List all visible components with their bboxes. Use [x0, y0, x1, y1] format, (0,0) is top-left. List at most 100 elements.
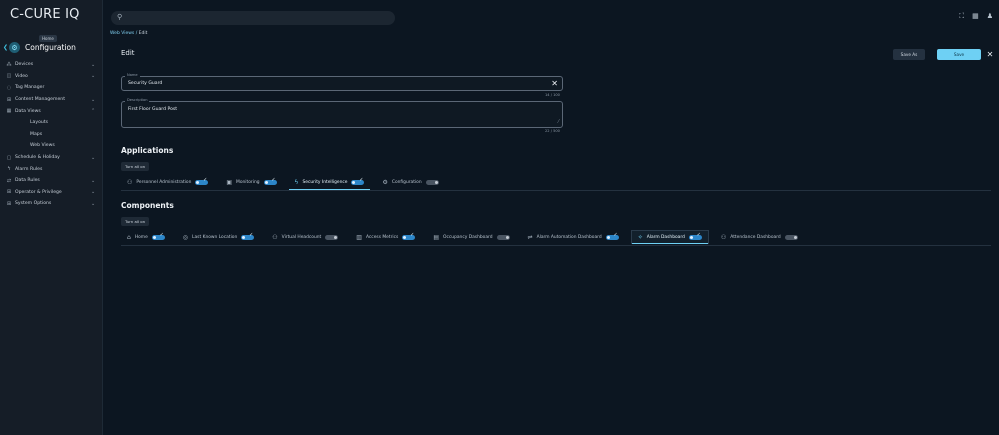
component-tab-home[interactable]: ⌂ Home	[121, 230, 171, 244]
toggle-switch[interactable]	[496, 234, 510, 240]
sidebar-item-system-options[interactable]: ⊞ System Options ⌄	[0, 198, 103, 210]
chevron-up-icon[interactable]: ⌃	[91, 108, 103, 114]
sidebar-item-data-views[interactable]: ▦ Data Views ⌃	[0, 105, 103, 117]
description-field-label: Description	[125, 98, 150, 102]
toggle-switch[interactable]	[688, 232, 702, 240]
component-tab-alarm-dashboard[interactable]: ✧ Alarm Dashboard	[630, 230, 709, 244]
chevron-down-icon[interactable]: ⌄	[91, 201, 103, 207]
chevron-down-icon[interactable]: ⌄	[91, 189, 103, 195]
toggle-switch[interactable]	[195, 177, 209, 185]
automation-icon: ⇌	[527, 233, 533, 241]
location-icon: ◎	[182, 233, 189, 241]
user-icon[interactable]: ♟	[987, 12, 993, 21]
sidebar-item-maps[interactable]: Maps	[0, 129, 103, 141]
sidebar-item-label: Web Views	[30, 143, 55, 149]
component-tab-virtual-headcount[interactable]: ⚇ Virtual Headcount	[266, 230, 344, 244]
toggle-switch[interactable]	[151, 232, 165, 240]
tab-label: Alarm Automation Dashboard	[536, 234, 602, 240]
tab-label: Attendance Dashboard	[730, 234, 781, 240]
toggle-switch[interactable]	[605, 232, 619, 240]
sidebar-item-alarm-rules[interactable]: ϟ Alarm Rules	[0, 163, 103, 175]
panel-icon[interactable]: ▦	[972, 12, 979, 21]
sidebar-item-content-management[interactable]: ⊞ Content Management ⌄	[0, 94, 103, 106]
sidebar-item-video[interactable]: ◫ Video ⌄	[0, 71, 103, 83]
fullscreen-icon[interactable]: ⛶	[959, 12, 964, 21]
breadcrumb-current: Edit	[138, 31, 148, 36]
component-tab-last-known-location[interactable]: ◎ Last Known Location	[177, 230, 260, 244]
page-title: Edit	[121, 49, 135, 57]
sidebar-section-configuration[interactable]: ❮ ⚙ Configuration	[0, 40, 103, 56]
alarm-icon: ✧	[637, 233, 643, 241]
clear-icon[interactable]: ✕	[551, 79, 558, 88]
search-input[interactable]: ⚲	[111, 11, 395, 25]
description-char-counter: 22 / 500	[545, 129, 560, 133]
sidebar-item-operator-and-privilege[interactable]: ⊞ Operator & Privilege ⌄	[0, 187, 103, 199]
description-field-value[interactable]: First Floor Guard Post	[128, 107, 177, 112]
description-field[interactable]: Description First Floor Guard Post ⁄	[121, 98, 563, 128]
sidebar-item-tag-manager[interactable]: ◌ Tag Manager	[0, 82, 103, 94]
sidebar-nav: ⁂ Devices ⌄ ◫ Video ⌄ ◌ Tag Manager ⊞ Content Man…	[0, 59, 103, 210]
chevron-down-icon[interactable]: ⌄	[91, 155, 103, 161]
save-button[interactable]: Save	[937, 49, 981, 60]
system-options-icon: ⊞	[6, 200, 12, 207]
resize-handle-icon[interactable]: ⁄	[558, 119, 559, 125]
application-tab-configuration[interactable]: ⚙ Configuration	[376, 175, 444, 189]
sidebar-item-label: Maps	[30, 131, 43, 137]
chevron-down-icon[interactable]: ⌄	[91, 62, 103, 68]
sidebar-item-schedule-and-holiday[interactable]: ▢ Schedule & Holiday ⌄	[0, 152, 103, 164]
name-char-counter: 14 / 100	[545, 93, 560, 97]
tag-icon: ◌	[6, 84, 12, 91]
sidebar-item-label: Schedule & Holiday	[15, 155, 60, 161]
tab-label: Configuration	[391, 179, 422, 185]
name-field[interactable]: Name Security Guard ✕	[121, 73, 563, 91]
toggle-switch[interactable]	[325, 234, 339, 240]
toggle-switch[interactable]	[784, 234, 798, 240]
name-field-value[interactable]: Security Guard	[128, 81, 162, 86]
gear-icon: ⚙	[382, 178, 388, 186]
components-tabs: ⌂Home ◎Last Known Location ⚇Virtual Headco…	[121, 230, 810, 244]
search-icon: ⚲	[117, 13, 123, 21]
toggle-switch[interactable]	[402, 232, 416, 240]
content-icon: ⊞	[6, 96, 12, 103]
save-as-button[interactable]: Save As	[893, 49, 925, 60]
sidebar-item-label: Devices	[15, 62, 34, 68]
sidebar-item-web-views[interactable]: Web Views	[0, 140, 103, 152]
alarm-rules-icon: ϟ	[7, 166, 11, 173]
components-turn-all-on-button[interactable]: Turn all on	[121, 217, 150, 226]
section-label: Configuration	[25, 43, 76, 52]
chevron-down-icon[interactable]: ⌄	[91, 73, 103, 79]
tab-label: Occupancy Dashboard	[443, 234, 493, 240]
close-icon[interactable]: ✕	[985, 49, 995, 60]
sidebar-item-label: Content Management	[15, 97, 65, 103]
sidebar-item-devices[interactable]: ⁂ Devices ⌄	[0, 59, 103, 71]
devices-icon: ⁂	[6, 61, 12, 68]
chevron-down-icon[interactable]: ⌄	[91, 97, 103, 103]
component-tab-alarm-automation-dashboard[interactable]: ⇌ Alarm Automation Dashboard	[522, 230, 625, 244]
component-tab-attendance-dashboard[interactable]: ⚇ Attendance Dashboard	[715, 230, 804, 244]
headcount-icon: ⚇	[272, 233, 278, 241]
toggle-switch[interactable]	[263, 177, 277, 185]
occupancy-icon: ▤	[433, 233, 439, 241]
component-tab-occupancy-dashboard[interactable]: ▤ Occupancy Dashboard	[427, 230, 515, 244]
application-tab-monitoring[interactable]: ▣ Monitoring	[220, 175, 282, 189]
applications-turn-all-on-button[interactable]: Turn all on	[121, 162, 150, 171]
sidebar-item-layouts[interactable]: Layouts	[0, 117, 103, 129]
application-tab-personnel-administration[interactable]: ⚇ Personnel Administration	[121, 175, 214, 189]
tab-label: Security Intelligence	[302, 179, 348, 185]
home-icon: ⌂	[127, 233, 131, 241]
toggle-switch[interactable]	[351, 177, 365, 185]
sidebar-item-label: Video	[15, 73, 28, 79]
chevron-down-icon[interactable]: ⌄	[91, 178, 103, 184]
sidebar-item-label: Layouts	[30, 120, 49, 126]
toggle-switch[interactable]	[425, 179, 439, 185]
toggle-switch[interactable]	[241, 232, 255, 240]
sidebar-item-data-rules[interactable]: ⇄ Data Rules ⌄	[0, 175, 103, 187]
breadcrumb-parent[interactable]: Web Views	[110, 31, 134, 36]
application-tab-security-intelligence[interactable]: ϟ Security Intelligence	[288, 175, 371, 190]
component-tab-access-metrics[interactable]: ▥ Access Metrics	[350, 230, 421, 244]
sidebar-item-label: Tag Manager	[15, 85, 45, 91]
monitor-icon: ▣	[226, 178, 233, 186]
data-views-icon: ▦	[6, 108, 12, 115]
collapse-caret-icon[interactable]: ❮	[3, 44, 8, 52]
applications-tabs: ⚇Personnel Administration ▣Monitoring ϟSec…	[121, 175, 451, 190]
